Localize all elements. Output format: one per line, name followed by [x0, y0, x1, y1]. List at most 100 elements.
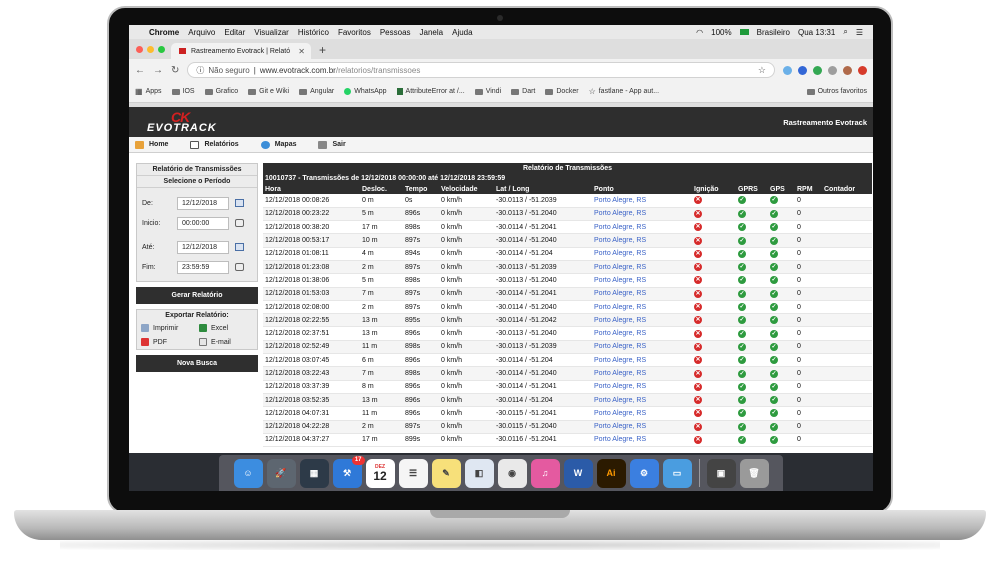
- bookmark-docker[interactable]: Docker: [545, 88, 579, 95]
- cell-ponto[interactable]: Porto Alegre, RS: [592, 233, 692, 248]
- bookmark-apps[interactable]: ▦ Apps: [135, 87, 162, 96]
- cell-ponto[interactable]: Porto Alegre, RS: [592, 406, 692, 421]
- address-bar[interactable]: ⓘ Não seguro | www.evotrack.com.br/relat…: [187, 62, 775, 78]
- cell-ponto[interactable]: Porto Alegre, RS: [592, 353, 692, 368]
- dock-word-icon[interactable]: W: [563, 458, 593, 488]
- cell-ponto[interactable]: Porto Alegre, RS: [592, 420, 692, 434]
- export-email[interactable]: E-mail: [199, 338, 253, 346]
- extension-icon-5[interactable]: [858, 65, 867, 75]
- battery-percent[interactable]: 100%: [711, 28, 731, 37]
- extension-icon-1[interactable]: [783, 65, 792, 75]
- cell-ponto[interactable]: Porto Alegre, RS: [592, 393, 692, 408]
- cell-ponto[interactable]: Porto Alegre, RS: [592, 313, 692, 328]
- col-velocidade[interactable]: Velocidade: [439, 184, 494, 194]
- dock-finder-icon[interactable]: ☺: [233, 458, 263, 488]
- cell-ponto[interactable]: Porto Alegre, RS: [592, 366, 692, 381]
- bookmark-vindi[interactable]: Vindi: [474, 88, 501, 95]
- zoom-window-button[interactable]: [158, 46, 165, 53]
- menu-arquivo[interactable]: Arquivo: [188, 28, 215, 37]
- nav-home[interactable]: Home: [135, 140, 168, 149]
- input-source[interactable]: Brasileiro: [757, 28, 790, 37]
- menu-list-icon[interactable]: ☰: [856, 28, 863, 37]
- to-date-input[interactable]: 12/12/2018: [177, 240, 229, 254]
- menu-pessoas[interactable]: Pessoas: [380, 28, 411, 37]
- export-excel[interactable]: Excel: [199, 324, 253, 332]
- dock-calendar-icon[interactable]: DEZ 12: [365, 458, 395, 488]
- col-hora[interactable]: Hora: [263, 184, 360, 194]
- bookmark-attributeerror[interactable]: AttributeError at /...: [396, 88, 465, 95]
- from-time-input[interactable]: 00:00:00: [177, 216, 229, 230]
- dock-screenshot-icon[interactable]: ▣: [706, 458, 736, 488]
- clock-icon[interactable]: [235, 263, 244, 271]
- to-time-input[interactable]: 23:59:59: [177, 260, 229, 274]
- close-window-button[interactable]: [136, 46, 143, 53]
- menu-janela[interactable]: Janela: [420, 28, 444, 37]
- from-date-input[interactable]: 12/12/2018: [177, 196, 229, 210]
- cell-ponto[interactable]: Porto Alegre, RS: [592, 326, 692, 341]
- cell-ponto[interactable]: Porto Alegre, RS: [592, 207, 692, 222]
- bookmark-angular[interactable]: Angular: [299, 88, 334, 95]
- nav-sair[interactable]: Sair: [318, 140, 346, 149]
- bookmark-grafico[interactable]: Grafico: [204, 88, 238, 95]
- dock-reminders-icon[interactable]: ☰: [398, 458, 428, 488]
- dock-illustrator-icon[interactable]: Ai: [596, 458, 626, 488]
- generate-report-button[interactable]: Gerar Relatório: [136, 287, 258, 304]
- minimize-window-button[interactable]: [147, 46, 154, 53]
- menu-editar[interactable]: Editar: [224, 28, 245, 37]
- bookmark-ios[interactable]: IOS: [171, 88, 195, 95]
- dock-chrome-icon[interactable]: ◉: [497, 458, 527, 488]
- cell-ponto[interactable]: Porto Alegre, RS: [592, 340, 692, 355]
- dock-trash-icon[interactable]: 🗑: [739, 458, 769, 488]
- nav-mapas[interactable]: Mapas: [260, 140, 296, 149]
- wifi-icon[interactable]: ◠: [696, 28, 703, 37]
- col-gps[interactable]: GPS: [768, 184, 795, 194]
- menu-visualizar[interactable]: Visualizar: [254, 28, 289, 37]
- cell-ponto[interactable]: Porto Alegre, RS: [592, 433, 692, 448]
- col-rpm[interactable]: RPM: [795, 184, 822, 194]
- flag-icon[interactable]: [739, 29, 749, 35]
- menu-historico[interactable]: Histórico: [298, 28, 329, 37]
- cell-ponto[interactable]: Porto Alegre, RS: [592, 273, 692, 288]
- col-ponto[interactable]: Ponto: [592, 184, 692, 194]
- dock-xcode-icon[interactable]: ⚒ 17: [332, 455, 365, 488]
- cell-ponto[interactable]: Porto Alegre, RS: [592, 287, 692, 301]
- clock[interactable]: Qua 13:31: [798, 28, 835, 37]
- dock-simulator-icon[interactable]: ▭: [662, 458, 692, 488]
- cell-ponto[interactable]: Porto Alegre, RS: [592, 380, 692, 394]
- col-tempo[interactable]: Tempo: [403, 184, 439, 194]
- extension-icon-4[interactable]: [828, 65, 837, 75]
- col-ignicao[interactable]: Ignição: [692, 184, 736, 194]
- bookmark-star-icon[interactable]: ☆: [758, 65, 766, 76]
- new-search-button[interactable]: Nova Busca: [136, 355, 258, 372]
- calendar-icon[interactable]: [235, 243, 244, 251]
- browser-tab[interactable]: Rastreamento Evotrack | Relató ✕: [171, 43, 311, 59]
- search-icon[interactable]: ⌕: [843, 27, 847, 37]
- bookmark-fastlane[interactable]: ☆ fastlane - App aut...: [589, 87, 660, 96]
- forward-icon[interactable]: →: [153, 65, 163, 76]
- dock-instruments-icon[interactable]: ⚙: [629, 458, 659, 488]
- extension-icon-2[interactable]: [798, 65, 807, 75]
- export-pdf[interactable]: PDF: [141, 338, 195, 346]
- cell-ponto[interactable]: Porto Alegre, RS: [592, 194, 692, 208]
- profile-avatar[interactable]: [843, 65, 852, 75]
- cell-ponto[interactable]: Porto Alegre, RS: [592, 220, 692, 235]
- dock-itunes-icon[interactable]: ♫: [530, 458, 560, 488]
- col-desloc[interactable]: Desloc.: [360, 184, 403, 194]
- dock-preview-icon[interactable]: ◧: [464, 458, 494, 488]
- bookmark-other[interactable]: Outros favoritos: [806, 88, 867, 95]
- menu-ajuda[interactable]: Ajuda: [452, 28, 472, 37]
- col-latlong[interactable]: Lat / Long: [494, 184, 592, 194]
- new-tab-button[interactable]: +: [319, 43, 326, 57]
- dock-launchpad-icon[interactable]: 🚀: [266, 458, 296, 488]
- cell-ponto[interactable]: Porto Alegre, RS: [592, 247, 692, 261]
- cell-ponto[interactable]: Porto Alegre, RS: [592, 260, 692, 275]
- info-icon[interactable]: ⓘ: [196, 65, 204, 76]
- cell-ponto[interactable]: Porto Alegre, RS: [592, 300, 692, 315]
- extension-icon-3[interactable]: [813, 65, 822, 75]
- col-gprs[interactable]: GPRS: [736, 184, 768, 194]
- close-tab-icon[interactable]: ✕: [298, 47, 305, 56]
- col-contador[interactable]: Contador: [822, 184, 872, 194]
- clock-icon[interactable]: [235, 219, 244, 227]
- bookmark-git[interactable]: Git e Wiki: [248, 88, 289, 95]
- export-print[interactable]: Imprimir: [141, 324, 195, 332]
